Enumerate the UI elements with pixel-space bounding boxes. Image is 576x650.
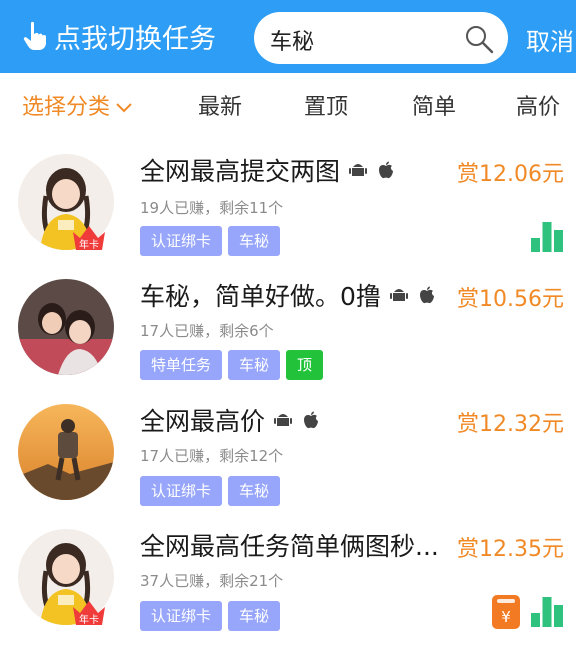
bar-chart-icon bbox=[531, 597, 563, 627]
task-list-item[interactable]: 车秘，简单好做。0撸 赏10.56元 17人已赚，剩余6个 特单任务 车秘 顶 bbox=[0, 265, 576, 390]
task-list-item[interactable]: 全网最高价 赏12.32元 17人已赚，剩余12个 认证绑卡 车秘 bbox=[0, 390, 576, 515]
filter-pinned[interactable]: 置顶 bbox=[304, 89, 348, 121]
switch-task-button[interactable]: 点我切换任务 bbox=[22, 18, 216, 55]
avatar bbox=[18, 279, 114, 375]
filter-bar: 选择分类 最新 置顶 简单 高价 bbox=[0, 73, 576, 133]
task-title: 全网最高提交两图 bbox=[140, 157, 341, 186]
category-select[interactable]: 选择分类 bbox=[22, 89, 132, 121]
filter-simple[interactable]: 简单 bbox=[412, 89, 456, 121]
apple-icon bbox=[304, 411, 319, 429]
task-title: 全网最高任务简单俩图秒... bbox=[140, 532, 439, 561]
android-icon bbox=[389, 289, 408, 301]
task-meta: 19人已赚，剩余11个 bbox=[140, 199, 284, 217]
filter-newest[interactable]: 最新 bbox=[198, 89, 242, 121]
annual-card-badge-icon: 年卡 bbox=[73, 226, 105, 251]
task-list-item[interactable]: 年卡 全网最高任务简单俩图秒... 赏12.35元 37人已赚，剩余21个 认证… bbox=[0, 515, 576, 640]
reward-price: 赏10.56元 bbox=[457, 287, 564, 312]
tag: 认证绑卡 bbox=[140, 476, 223, 506]
apple-icon bbox=[379, 161, 394, 179]
top-bar: 点我切换任务 车秘 取消 bbox=[0, 0, 576, 73]
tag: 车秘 bbox=[228, 350, 281, 380]
switch-task-label: 点我切换任务 bbox=[54, 23, 216, 55]
task-meta: 17人已赚，剩余12个 bbox=[140, 447, 284, 465]
tag: 车秘 bbox=[228, 226, 281, 256]
avatar bbox=[18, 404, 114, 500]
tag: 特单任务 bbox=[140, 350, 223, 380]
task-title: 全网最高价 bbox=[140, 407, 266, 436]
search-icon[interactable] bbox=[464, 24, 494, 54]
task-list-item[interactable]: 年卡 全网最高提交两图 赏12.06元 19人已赚，剩余11个 认证绑卡 车秘 bbox=[0, 140, 576, 265]
cancel-button[interactable]: 取消 bbox=[526, 22, 574, 57]
svg-text:年卡: 年卡 bbox=[79, 613, 99, 626]
reward-price: 赏12.35元 bbox=[457, 537, 564, 562]
search-input[interactable]: 车秘 bbox=[254, 12, 508, 64]
tag: 车秘 bbox=[228, 601, 281, 631]
tag: 车秘 bbox=[228, 476, 281, 506]
svg-text:¥: ¥ bbox=[501, 608, 511, 626]
bar-chart-icon bbox=[531, 222, 563, 252]
pinned-tag: 顶 bbox=[286, 350, 324, 380]
yuan-coupon-icon: ¥ bbox=[492, 595, 520, 629]
reward-price: 赏12.06元 bbox=[457, 162, 564, 187]
android-icon bbox=[274, 414, 293, 426]
android-icon bbox=[349, 164, 368, 176]
search-value: 车秘 bbox=[270, 30, 315, 55]
tag: 认证绑卡 bbox=[140, 601, 223, 631]
task-meta: 17人已赚，剩余6个 bbox=[140, 322, 274, 340]
filter-high-price[interactable]: 高价 bbox=[516, 89, 560, 121]
chevron-down-icon bbox=[116, 103, 132, 113]
annual-card-badge-icon: 年卡 bbox=[73, 601, 105, 626]
hand-pointer-icon bbox=[23, 21, 46, 50]
svg-text:年卡: 年卡 bbox=[79, 238, 99, 251]
reward-price: 赏12.32元 bbox=[457, 412, 564, 437]
apple-icon bbox=[419, 286, 434, 304]
task-title: 车秘，简单好做。0撸 bbox=[140, 282, 381, 311]
category-label: 选择分类 bbox=[22, 95, 111, 120]
task-meta: 37人已赚，剩余21个 bbox=[140, 572, 284, 590]
tag: 认证绑卡 bbox=[140, 226, 223, 256]
